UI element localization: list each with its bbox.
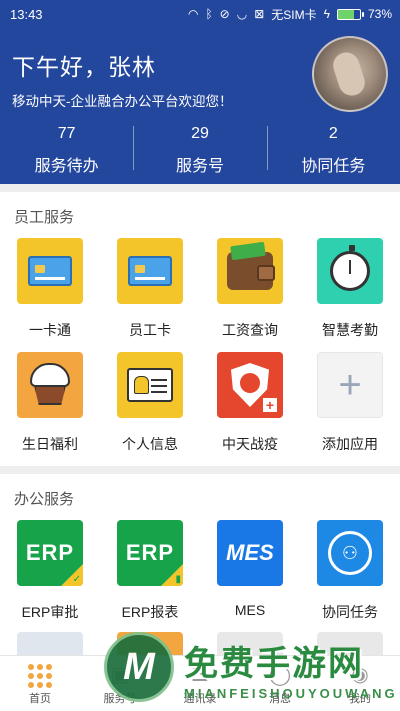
battery-icon bbox=[336, 8, 364, 20]
app-label: 协同任务 bbox=[322, 604, 378, 620]
app-label: ERP审批 bbox=[21, 604, 79, 620]
service-icon: ▣ bbox=[110, 664, 130, 686]
app-label: MES bbox=[234, 602, 266, 618]
nav-label: 首页 bbox=[29, 693, 51, 705]
office-services-grid: ERP ✓ ERP审批 ERP ▮ ERP报表 MES MES ⚇ 协同任务 bbox=[0, 520, 400, 634]
employee-services-grid: 一卡通 员工卡 工资查询 智慧考勤 生日福利 个人信息 + 中天战疫 + 添加应… bbox=[0, 238, 400, 466]
app-tile: ERP ▮ bbox=[117, 520, 183, 586]
app-tile: + bbox=[217, 352, 283, 418]
stat-value: 2 bbox=[328, 125, 338, 142]
app-birthday-benefit[interactable]: 生日福利 bbox=[0, 352, 100, 466]
app-tile bbox=[117, 238, 183, 304]
plus-icon: + bbox=[338, 362, 362, 407]
app-tile bbox=[217, 238, 283, 304]
stat-service-todo[interactable]: 77 服务待办 bbox=[0, 118, 133, 178]
greeting-text: 下午好，张林 bbox=[12, 54, 156, 80]
app-label: 一卡通 bbox=[29, 322, 71, 338]
stats-bar: 77 服务待办 29 服务号 2 协同任务 bbox=[0, 118, 400, 178]
stat-label: 服务待办 bbox=[34, 158, 99, 175]
wifi-icon: ◡ bbox=[236, 7, 248, 21]
contacts-icon: ☰ bbox=[191, 664, 209, 686]
app-label: 添加应用 bbox=[322, 436, 378, 452]
team-icon: ⚇ bbox=[328, 531, 372, 575]
battery-percent: 73% bbox=[367, 7, 392, 21]
app-label: ERP报表 bbox=[121, 604, 179, 620]
cake-icon bbox=[30, 363, 70, 407]
app-tile: ERP ✓ bbox=[17, 520, 83, 586]
stat-service-accounts[interactable]: 29 服务号 bbox=[133, 118, 266, 178]
nav-label: 消息 bbox=[269, 693, 291, 705]
app-employee-card[interactable]: 员工卡 bbox=[100, 238, 200, 352]
app-mes[interactable]: MES MES bbox=[200, 520, 300, 634]
wallet-icon bbox=[227, 252, 275, 290]
section-divider bbox=[0, 184, 400, 192]
app-label: 工资查询 bbox=[222, 322, 278, 338]
headset-icon: ◠ bbox=[187, 7, 199, 21]
app-smart-attendance[interactable]: 智慧考勤 bbox=[300, 238, 400, 352]
nav-home[interactable]: 首页 bbox=[0, 656, 80, 711]
app-salary-query[interactable]: 工资查询 bbox=[200, 238, 300, 352]
grid-dots-icon bbox=[28, 664, 52, 688]
bar-chart-icon: ▮ bbox=[175, 574, 181, 585]
erp-logo-text: ERP bbox=[125, 540, 175, 565]
stat-collab-tasks[interactable]: 2 协同任务 bbox=[266, 118, 400, 178]
app-tile: MES bbox=[217, 520, 283, 586]
nav-contacts[interactable]: ☰ 通讯录 bbox=[160, 656, 240, 711]
app-one-card[interactable]: 一卡通 bbox=[0, 238, 100, 352]
app-erp-report[interactable]: ERP ▮ ERP报表 bbox=[100, 520, 200, 634]
nav-label: 通讯录 bbox=[183, 693, 217, 705]
status-bar: 13:43 ◠ ᛒ ⊘ ◡ ⊠ 无SIM卡 ϟ 73% bbox=[0, 0, 400, 28]
nav-messages[interactable]: ◯ 消息 bbox=[240, 656, 320, 711]
mute-bell-icon: ⊘ bbox=[219, 7, 230, 21]
card-icon bbox=[28, 256, 72, 286]
app-personal-info[interactable]: 个人信息 bbox=[100, 352, 200, 466]
app-tile bbox=[317, 238, 383, 304]
welcome-text: 移动中天-企业融合办公平台欢迎您！ bbox=[12, 94, 233, 109]
app-label: 员工卡 bbox=[129, 322, 171, 338]
section-title-employee: 员工服务 bbox=[14, 209, 75, 226]
sim-icon: ⊠ bbox=[254, 7, 265, 21]
stat-value: 77 bbox=[57, 125, 76, 142]
status-icons: ◠ ᛒ ⊘ ◡ ⊠ 无SIM卡 ϟ 73% bbox=[188, 6, 392, 23]
stat-label: 服务号 bbox=[175, 158, 224, 175]
bottom-nav: 首页 ▣ 服务号 ☰ 通讯录 ◯ 消息 ◉ 我的 bbox=[0, 655, 400, 711]
stopwatch-icon bbox=[330, 245, 370, 291]
charging-icon: ϟ bbox=[323, 7, 330, 21]
app-tile bbox=[117, 352, 183, 418]
app-label: 中天战疫 bbox=[222, 436, 278, 452]
app-label: 智慧考勤 bbox=[322, 322, 378, 338]
nav-me[interactable]: ◉ 我的 bbox=[320, 656, 400, 711]
nav-label: 我的 bbox=[349, 693, 371, 705]
sim-status-text: 无SIM卡 bbox=[271, 7, 317, 22]
app-add-app[interactable]: + 添加应用 bbox=[300, 352, 400, 466]
app-epidemic-fight[interactable]: + 中天战疫 bbox=[200, 352, 300, 466]
id-card-icon bbox=[127, 368, 173, 402]
section-title-office: 办公服务 bbox=[14, 491, 75, 508]
avatar[interactable] bbox=[312, 36, 388, 112]
battery-fill bbox=[337, 9, 355, 19]
app-tile bbox=[17, 352, 83, 418]
mes-logo-text: MES bbox=[226, 540, 274, 565]
app-label: 个人信息 bbox=[122, 436, 178, 452]
stat-value: 29 bbox=[191, 125, 209, 142]
app-tile: + bbox=[317, 352, 383, 418]
stat-label: 协同任务 bbox=[301, 158, 366, 175]
status-time: 13:43 bbox=[10, 6, 43, 22]
section-divider bbox=[0, 466, 400, 474]
app-tile bbox=[17, 238, 83, 304]
nav-service-accounts[interactable]: ▣ 服务号 bbox=[80, 656, 160, 711]
message-icon: ◯ bbox=[268, 664, 292, 686]
app-label: 生日福利 bbox=[22, 436, 78, 452]
bluetooth-icon: ᛒ bbox=[205, 7, 213, 21]
nav-label: 服务号 bbox=[103, 693, 137, 705]
user-icon: ◉ bbox=[351, 664, 369, 686]
card-icon bbox=[128, 256, 172, 286]
erp-logo-text: ERP bbox=[25, 540, 75, 565]
app-collab-tasks[interactable]: ⚇ 协同任务 bbox=[300, 520, 400, 634]
check-icon: ✓ bbox=[72, 574, 81, 585]
app-tile: ⚇ bbox=[317, 520, 383, 586]
app-erp-approval[interactable]: ERP ✓ ERP审批 bbox=[0, 520, 100, 634]
plus-badge-icon: + bbox=[263, 398, 277, 412]
